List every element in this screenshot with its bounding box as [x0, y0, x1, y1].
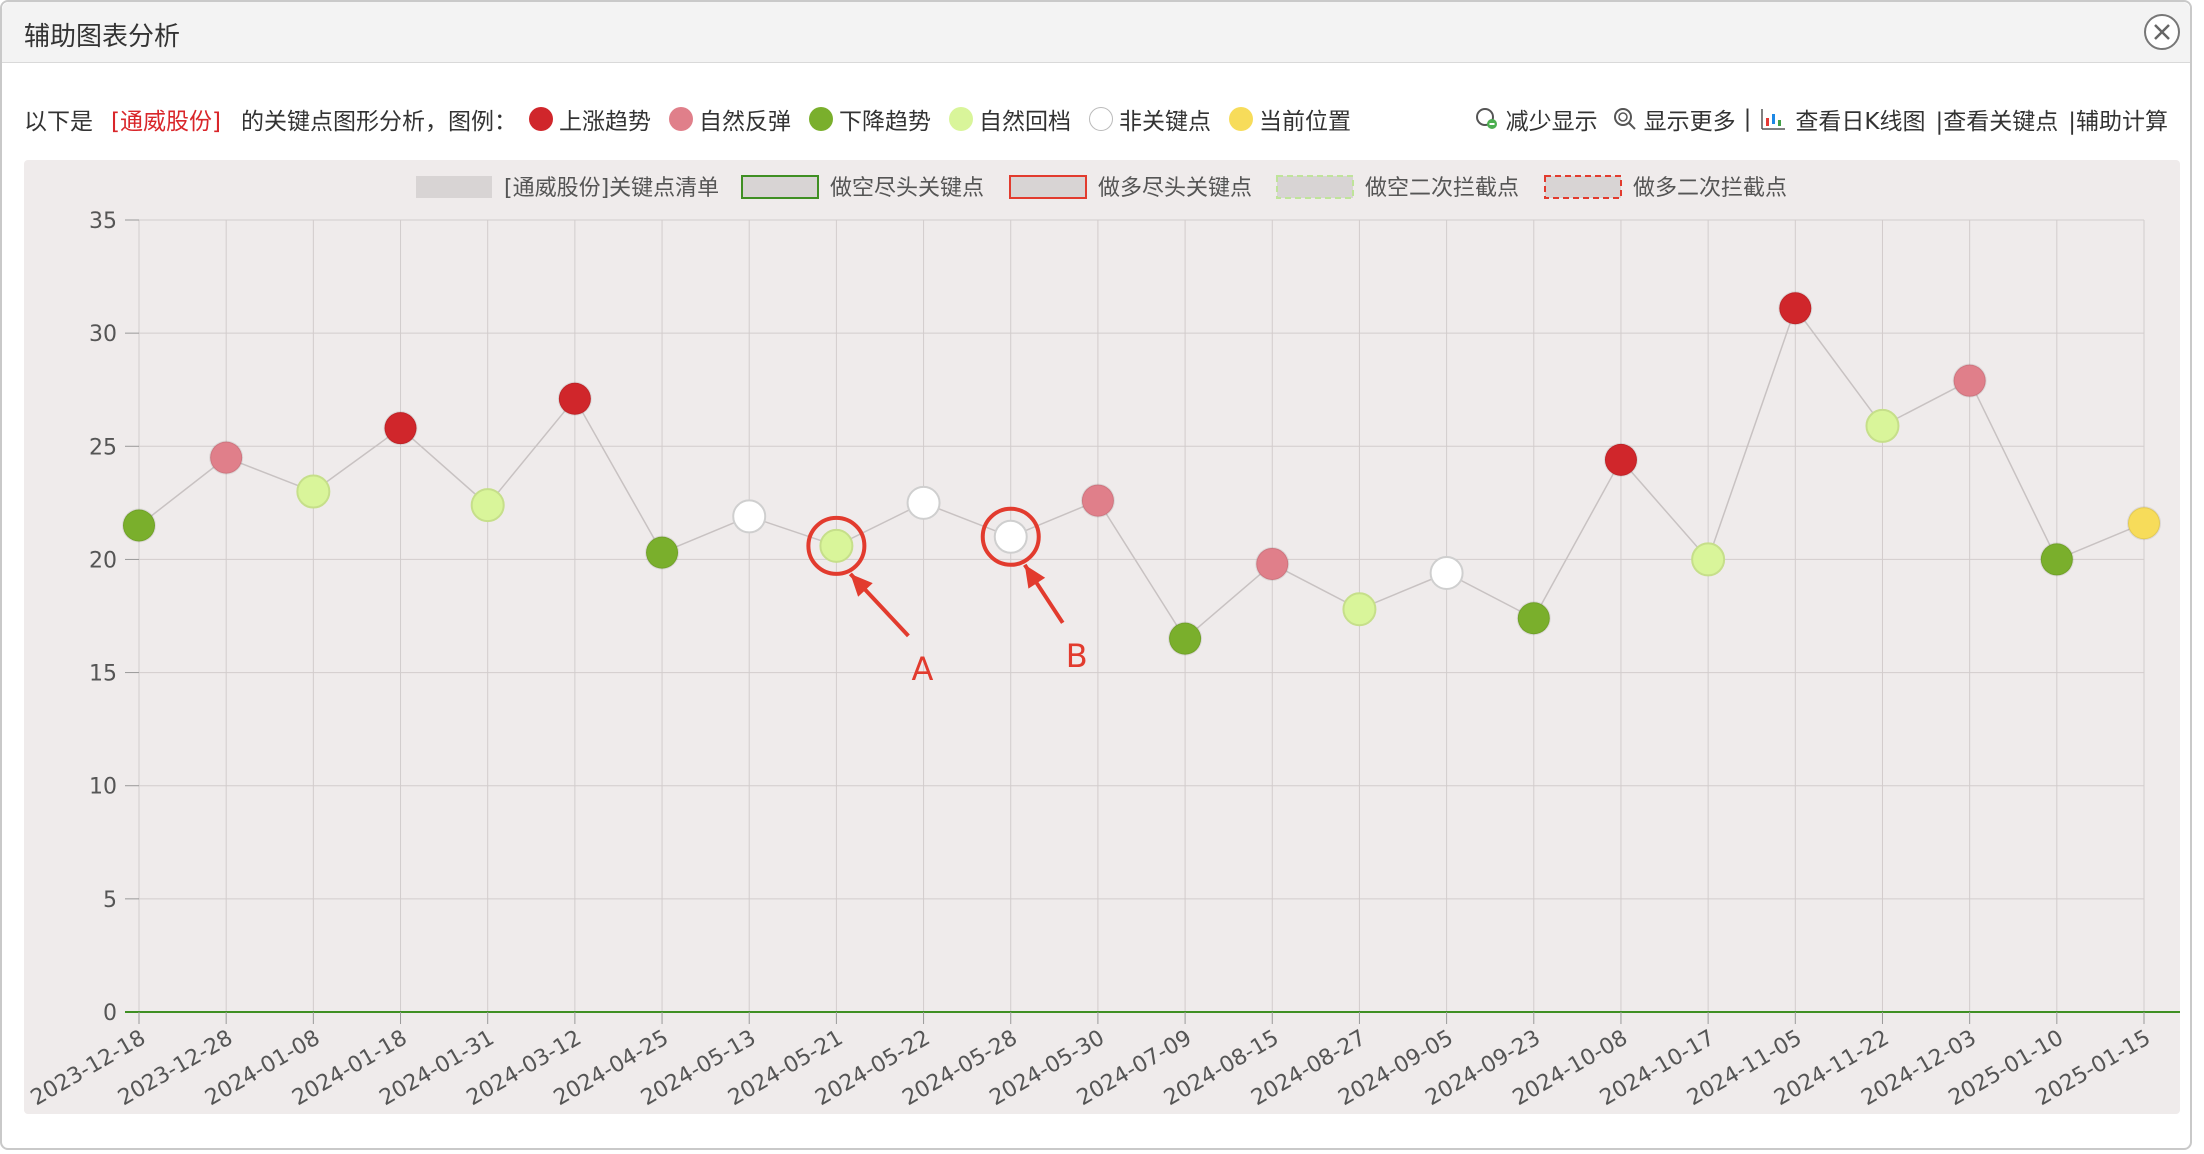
chart-legend-label: 做空二次拦截点 — [1365, 176, 1519, 201]
data-point-rebound — [1255, 546, 1290, 581]
data-point-pullback — [296, 474, 331, 509]
show-more-button[interactable]: 显示更多 — [1612, 102, 1736, 136]
legend-current: 当前位置 — [1228, 102, 1351, 136]
y-tick-label: 25 — [89, 435, 117, 460]
chart-legend-label: 做多二次拦截点 — [1633, 176, 1787, 201]
show-more-label: 显示更多 — [1643, 109, 1736, 135]
data-point-none — [993, 519, 1028, 554]
calc-link[interactable]: |辅助计算 — [2068, 102, 2168, 136]
data-point-pullback — [1865, 408, 1900, 443]
legend-dot — [808, 107, 833, 131]
keypoints-link[interactable]: |查看关键点 — [1936, 102, 2059, 136]
keypoint-chart: [通威股份]关键点清单 做空尽头关键点 做多尽头关键点 做空二次拦截点 做多二次拦截点 … — [27, 175, 2180, 1111]
zoom-out-icon — [1475, 108, 1497, 129]
stock-name: [通威股份] — [111, 109, 221, 135]
legend-up: 上涨趋势 — [528, 102, 651, 136]
data-points — [122, 291, 2161, 656]
chart-legend-swatch — [1544, 175, 1622, 199]
chart-legend-swatch — [416, 176, 492, 198]
tool-links: 减少显示 显示更多 | 查看日K线图 |查看关键点 |辅助计算 — [1460, 102, 2168, 136]
legend-bar: 以下是 [通威股份] 的关键点图形分析，图例： 上涨趋势 自然反弹 下降趋势 自… — [24, 102, 1369, 136]
toolbar: 以下是 [通威股份] 的关键点图形分析，图例： 上涨趋势 自然反弹 下降趋势 自… — [24, 102, 2168, 138]
data-point-down — [1168, 621, 1203, 656]
legend-none: 非关键点 — [1088, 102, 1211, 136]
legend-label: 自然反弹 — [698, 109, 791, 135]
data-point-rebound — [209, 440, 244, 475]
y-tick-label: 30 — [89, 322, 117, 347]
legend-dot — [1228, 107, 1253, 131]
y-tick-label: 20 — [89, 548, 117, 573]
kline-chart-icon — [1761, 109, 1786, 130]
data-point-none — [1429, 556, 1464, 591]
legend-down: 下降趋势 — [808, 102, 931, 136]
data-point-pullback — [1342, 592, 1377, 627]
data-point-none — [906, 485, 941, 520]
y-tick-label: 35 — [89, 209, 117, 234]
data-point-pullback — [470, 488, 505, 523]
data-point-pullback — [819, 528, 854, 563]
y-axis: 0 5 10 15 20 25 30 35 — [89, 209, 2180, 1026]
chart-grid — [138, 219, 2145, 1012]
chart-legend-label: 做空尽头关键点 — [830, 176, 984, 201]
data-point-rebound — [1080, 483, 1115, 518]
close-icon[interactable] — [2142, 12, 2182, 52]
chart-legend-swatch — [1276, 175, 1354, 199]
legend-label: 自然回档 — [978, 109, 1071, 135]
data-point-up — [557, 381, 592, 416]
separator: | — [1743, 106, 1752, 132]
annotation-label: B — [1066, 637, 1088, 675]
data-point-down — [2039, 542, 2074, 577]
data-point-down — [122, 508, 156, 543]
kline-link[interactable]: 查看日K线图 — [1759, 102, 1926, 136]
chart-area: [通威股份]关键点清单 做空尽头关键点 做多尽头关键点 做空二次拦截点 做多二次拦截点 … — [24, 160, 2180, 1114]
annotations: AB — [806, 506, 1088, 688]
annotation-label: A — [911, 650, 933, 688]
legend-dot — [948, 107, 973, 131]
legend-rebound: 自然反弹 — [668, 102, 791, 136]
data-point-down — [1516, 601, 1551, 636]
data-point-up — [1778, 291, 1813, 326]
show-less-label: 减少显示 — [1505, 109, 1598, 135]
show-less-button[interactable]: 减少显示 — [1474, 102, 1598, 136]
chart-legend: [通威股份]关键点清单 做空尽头关键点 做多尽头关键点 做空二次拦截点 做多二次拦截点 — [416, 175, 1787, 201]
legend-dot — [668, 107, 693, 131]
legend-label: 下降趋势 — [838, 109, 931, 135]
legend-dot — [528, 107, 553, 131]
title-bar: 辅助图表分析 — [2, 2, 2190, 63]
legend-dot — [1088, 107, 1113, 131]
y-tick-label: 10 — [89, 775, 117, 800]
data-point-down — [645, 535, 680, 570]
series-line — [138, 306, 2145, 640]
intro-text: 以下是 — [24, 109, 93, 135]
data-point-current — [2127, 506, 2161, 541]
legend-label: 上涨趋势 — [558, 109, 651, 135]
kline-label: 查看日K线图 — [1795, 109, 1926, 135]
annotation-arrowhead — [1024, 564, 1046, 589]
legend-pullback: 自然回档 — [948, 102, 1071, 136]
series-polyline — [138, 306, 2145, 640]
data-point-up — [1603, 442, 1638, 477]
data-point-pullback — [1691, 542, 1726, 577]
y-tick-label: 0 — [103, 1001, 117, 1026]
y-tick-label: 15 — [89, 662, 117, 687]
intro-suffix: 的关键点图形分析，图例： — [240, 109, 517, 135]
legend-label: 当前位置 — [1258, 109, 1351, 135]
data-point-none — [732, 499, 767, 534]
chart-legend-swatch — [741, 175, 819, 199]
y-tick-label: 5 — [103, 888, 117, 913]
keypoints-label: |查看关键点 — [1935, 109, 2059, 135]
calc-label: |辅助计算 — [2068, 109, 2168, 135]
x-axis: 2023-12-182023-12-282024-01-082024-01-18… — [27, 1012, 2155, 1111]
chart-legend-swatch — [1009, 175, 1087, 199]
chart-legend-label: [通威股份]关键点清单 — [504, 176, 719, 201]
chart-legend-label: 做多尽头关键点 — [1098, 176, 1252, 201]
data-point-rebound — [1952, 363, 1987, 398]
zoom-in-icon — [1613, 108, 1636, 130]
legend-label: 非关键点 — [1118, 109, 1211, 135]
dialog-title: 辅助图表分析 — [24, 22, 181, 52]
chart-dialog: 辅助图表分析 以下是 [通威股份] 的关键点图形分析，图例： 上涨趋势 自然反弹… — [0, 0, 2192, 1150]
data-point-up — [383, 411, 418, 446]
